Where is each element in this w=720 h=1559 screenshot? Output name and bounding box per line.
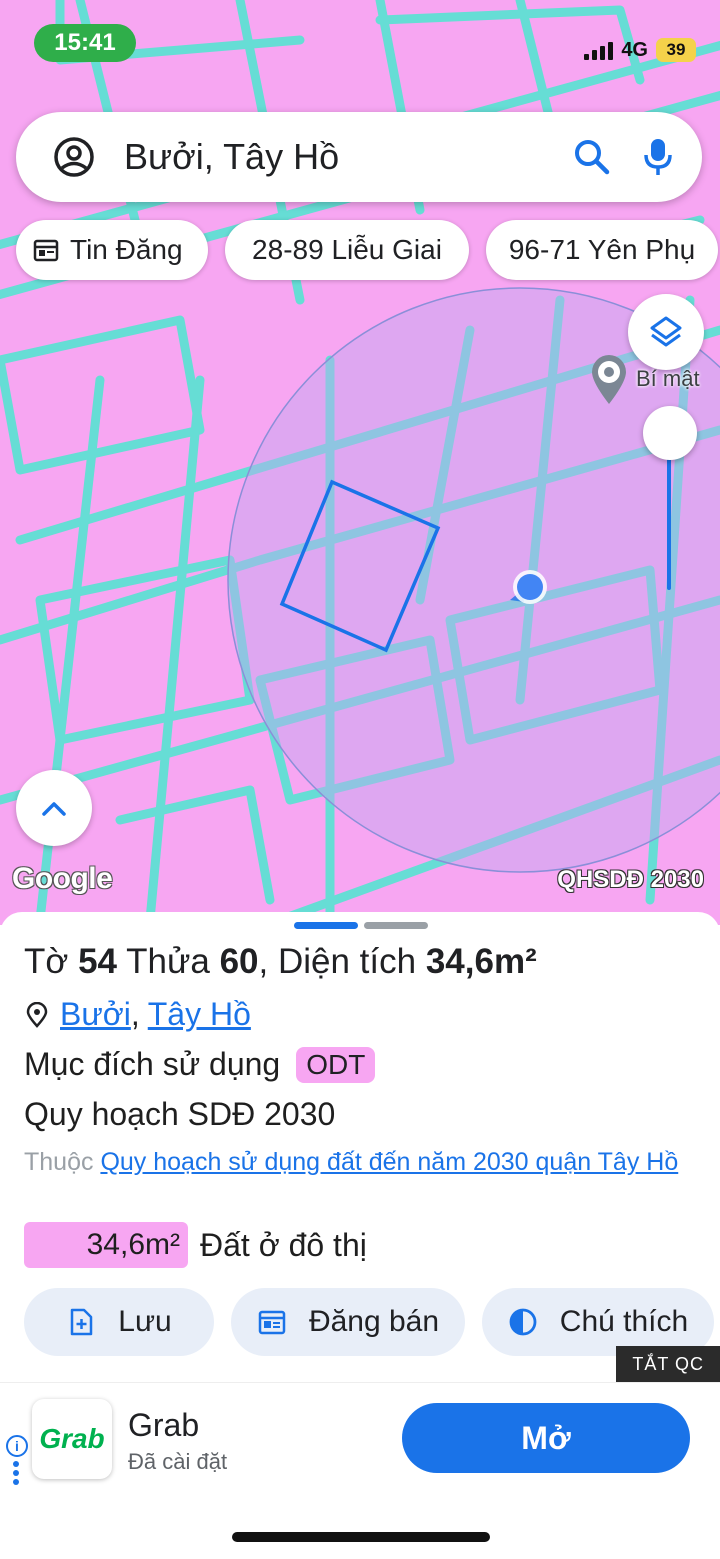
expand-sheet-button[interactable] [16, 770, 92, 846]
voice-search-button[interactable] [636, 135, 680, 179]
chevron-up-icon [42, 802, 66, 816]
my-location-dot [510, 570, 547, 604]
opacity-slider-handle[interactable] [643, 406, 697, 460]
map-view[interactable]: 15:41 4G 39 Bưởi, Tây Hồ Tin Đăng 28-89 … [0, 0, 720, 925]
battery-level: 39 [656, 38, 696, 62]
address-separator: , [130, 996, 140, 1032]
chip-label: 28-89 Liễu Giai [252, 234, 442, 265]
purpose-code-badge: ODT [296, 1046, 376, 1083]
chip-tin-dang[interactable]: Tin Đăng [16, 220, 208, 280]
location-pin-icon [26, 1001, 48, 1028]
status-time: 15:41 [34, 24, 136, 62]
status-indicators: 4G 39 [584, 38, 696, 62]
microphone-icon [644, 139, 672, 175]
search-input[interactable]: Bưởi, Tây Hồ [124, 136, 570, 178]
opacity-slider-track[interactable] [667, 440, 671, 590]
ward-link[interactable]: Bưởi [60, 996, 131, 1033]
map-layer-tag: QHSDĐ 2030 [557, 866, 704, 893]
chip-yen-phu[interactable]: 96-71 Yên Phụ [486, 220, 718, 280]
signal-icon [584, 40, 614, 60]
save-button[interactable]: Lưu [24, 1288, 214, 1356]
parcel-info-sheet: Tờ 54 Thửa 60, Diện tích 34,6m² Bưởi , T… [0, 912, 720, 1382]
parcel-title: Tờ 54 Thửa 60, Diện tích 34,6m² [24, 942, 537, 981]
home-indicator[interactable] [232, 1532, 490, 1542]
save-label: Lưu [118, 1305, 172, 1338]
add-file-icon [71, 1308, 93, 1336]
source-prefix: Thuộc [24, 1148, 94, 1176]
layers-icon [650, 316, 682, 347]
ad-info-icon[interactable]: i [6, 1435, 28, 1457]
google-logo: Google [12, 862, 113, 895]
poi-label: Bí mật [636, 366, 700, 391]
calendar-icon [258, 1310, 286, 1335]
land-use-legend-row: 34,6m² Đất ở đô thị [24, 1222, 367, 1268]
disable-ads-button[interactable]: TẮT QC [616, 1346, 720, 1382]
land-use-description: Đất ở đô thị [200, 1226, 367, 1263]
poi-marker[interactable]: Bí mật [586, 352, 700, 406]
ad-menu-icon[interactable] [13, 1461, 19, 1485]
plan-title: Quy hoạch SDĐ 2030 [24, 1096, 336, 1132]
plan-source-link[interactable]: Quy hoạch sử dụng đất đến năm 2030 quận … [100, 1148, 678, 1176]
plan-source: Thuộc Quy hoạch sử dụng đất đến năm 2030… [24, 1144, 704, 1180]
district-link[interactable]: Tây Hồ [148, 996, 251, 1033]
listing-icon [33, 239, 59, 262]
search-icon [575, 140, 610, 175]
network-type: 4G [621, 38, 648, 61]
address-row: Bưởi , Tây Hồ [24, 996, 251, 1033]
chip-label: 96-71 Yên Phụ [508, 234, 696, 265]
search-button[interactable] [570, 135, 614, 179]
ad-app-name: Grab [128, 1407, 200, 1443]
search-bar[interactable]: Bưởi, Tây Hồ [16, 112, 702, 202]
post-sale-label: Đăng bán [308, 1305, 440, 1338]
ad-app-status: Đã cài đặt [128, 1449, 228, 1474]
ad-open-button[interactable]: Mở [402, 1403, 690, 1473]
contrast-icon [509, 1308, 537, 1336]
area-chip: 34,6m² [24, 1222, 188, 1268]
ad-banner[interactable]: i Grab Grab Đã cài đặt Mở [0, 1382, 720, 1494]
chip-lieu-giai[interactable]: 28-89 Liễu Giai [225, 220, 469, 280]
land-purpose-row: Mục đích sử dụng ODT [24, 1046, 376, 1083]
chip-label: Tin Đăng [70, 234, 183, 265]
post-sale-button[interactable]: Đăng bán [231, 1288, 465, 1356]
grab-logo[interactable]: Grab [32, 1399, 112, 1479]
account-icon[interactable] [52, 135, 96, 179]
sheet-drag-handle[interactable] [294, 922, 428, 929]
legend-label: Chú thích [559, 1305, 689, 1338]
purpose-label: Mục đích sử dụng [24, 1046, 281, 1082]
place-pin-icon [592, 355, 626, 404]
